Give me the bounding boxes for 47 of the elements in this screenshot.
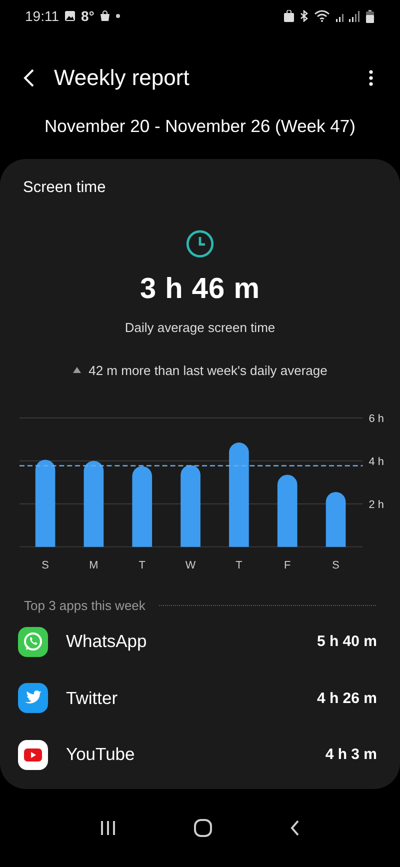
signal-icon xyxy=(335,10,361,22)
play-icon xyxy=(18,740,48,770)
wifi-icon xyxy=(314,10,330,22)
screen-time-total: 3 h 46 m xyxy=(140,272,260,306)
axis-label: 4 h xyxy=(368,456,384,468)
app-row[interactable]: YouTube 4 h 3 m xyxy=(0,726,400,783)
app-row[interactable]: Twitter 4 h 26 m xyxy=(0,670,400,726)
day-label: W xyxy=(185,559,196,572)
axis-label: 2 h xyxy=(368,498,384,511)
bird-icon xyxy=(18,683,48,714)
bar xyxy=(326,492,346,547)
lock-icon xyxy=(284,10,294,22)
page-title: Weekly report xyxy=(54,65,190,91)
back-icon[interactable] xyxy=(22,68,36,88)
app-usage-time: 4 h 3 m xyxy=(325,746,377,764)
bluetooth-icon xyxy=(299,10,309,22)
comparison-text: 42 m more than last week's daily average xyxy=(88,362,328,378)
up-triangle-icon xyxy=(72,367,81,374)
app-usage-time: 5 h 40 m xyxy=(316,633,377,650)
day-label: T xyxy=(138,559,146,572)
status-temperature: 8° xyxy=(81,8,94,24)
screen-time-caption: Daily average screen time xyxy=(124,320,276,335)
app-name: Twitter xyxy=(66,688,119,709)
day-label: T xyxy=(236,559,242,572)
day-label: M xyxy=(89,559,98,572)
notification-dot-icon xyxy=(116,14,120,18)
date-range: November 20 - November 26 (Week 47) xyxy=(44,116,356,137)
axis-label: 6 h xyxy=(368,412,384,425)
section-title: Screen time xyxy=(22,179,106,197)
app-name: WhatsApp xyxy=(66,631,148,652)
day-label: S xyxy=(332,559,340,572)
clock-icon xyxy=(185,229,215,259)
app-row[interactable]: WhatsApp 5 h 40 m xyxy=(0,613,400,670)
back-icon[interactable] xyxy=(289,820,302,836)
gallery-icon xyxy=(64,10,76,22)
home-icon[interactable] xyxy=(194,819,212,837)
app-name: YouTube xyxy=(66,744,136,766)
top-apps-title: Top 3 apps this week xyxy=(24,598,146,614)
recent-apps-icon[interactable] xyxy=(98,820,117,836)
app-usage-time: 4 h 26 m xyxy=(316,690,377,707)
day-label: S xyxy=(42,559,49,572)
day-label: F xyxy=(284,559,291,572)
chat-bubble-icon xyxy=(18,626,48,657)
battery-icon xyxy=(366,10,374,22)
shopping-bag-icon xyxy=(99,10,112,22)
more-options-icon[interactable] xyxy=(368,68,374,88)
status-time: 19:11 xyxy=(25,8,59,24)
